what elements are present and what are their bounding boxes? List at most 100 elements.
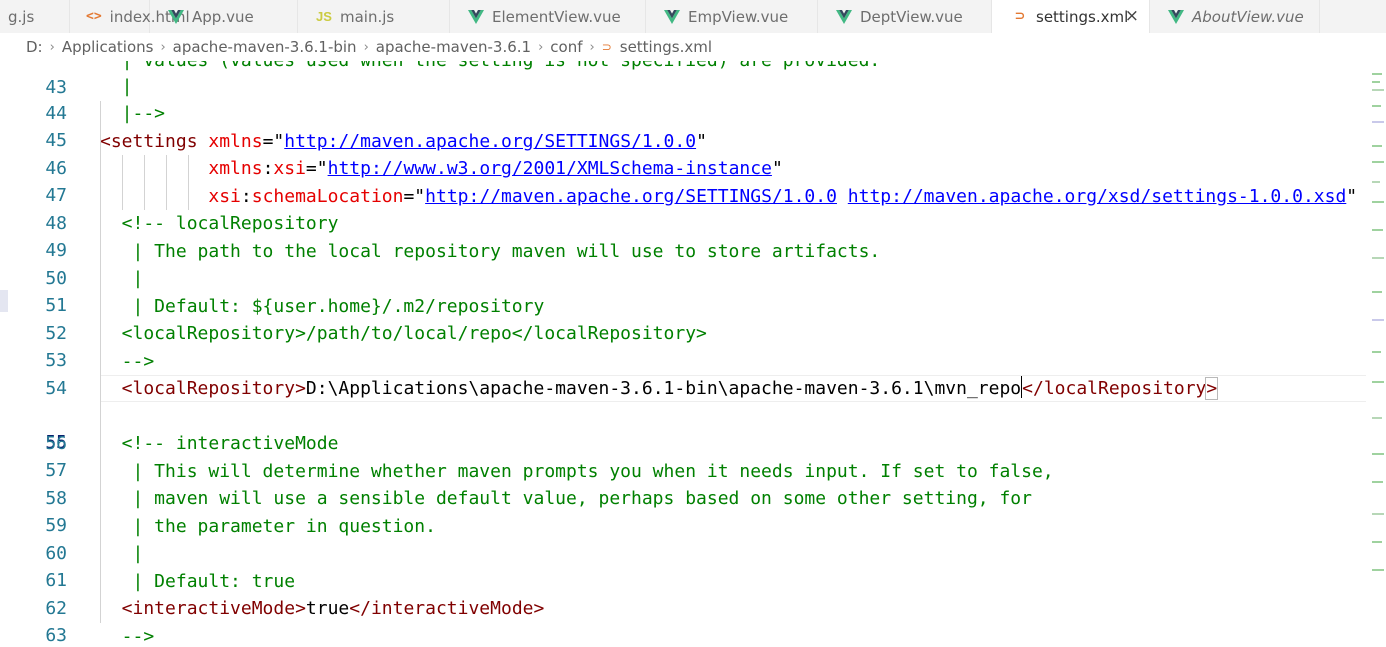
line-text: --> [100,626,155,647]
quote: " [1346,186,1358,207]
line-text: |--> [100,103,166,124]
tab-empview-vue[interactable]: EmpView.vue [646,0,818,33]
text-content: D:\Applications\apache-maven-3.6.1-bin\a… [305,378,1022,399]
code-line[interactable]: 63 <interactiveMode>true</interactiveMod… [0,595,1366,646]
tab-label: settings.xml [1036,7,1129,26]
minimap-line [1372,291,1382,293]
line-text: | [100,268,144,289]
tag-name: </interactiveMode> [349,598,545,619]
breadcrumb-item[interactable]: settings.xml [620,38,712,56]
tab-aboutview-vue[interactable]: AboutView.vue [1150,0,1320,33]
minimap-line [1372,121,1384,123]
tag-name: <interactiveMode> [100,598,306,619]
code-line[interactable]: 64 --> [0,623,1366,647]
link[interactable]: http://maven.apache.org/xsd/settings-1.0… [848,186,1347,207]
tab-elementview-vue[interactable]: ElementView.vue [450,0,646,33]
tab-label: ElementView.vue [492,7,621,26]
line-text: <!-- localRepository [100,213,339,234]
breadcrumb-item[interactable]: D: [26,38,43,56]
tab-index-html[interactable]: <> index.html [0,0,190,33]
chevron-right-icon: › [538,39,544,55]
code-line[interactable]: 61 | [0,540,1366,591]
html-icon: <> [86,9,102,24]
breadcrumb-item[interactable]: apache-maven-3.6.1-bin [173,38,357,56]
tag-name: </localRepository [1022,378,1207,399]
code-line[interactable]: 59 | maven will use a sensible default v… [0,485,1366,536]
line-text: <localRepository>D:\Applications\apache-… [100,375,1219,402]
code-line[interactable]: 48 xsi:schemaLocation="http://maven.apac… [0,183,1366,234]
minimap-line [1372,145,1382,147]
chevron-right-icon: › [363,39,369,55]
indent-guide [100,101,101,623]
minimap[interactable] [1366,61,1386,647]
tab-app-vue[interactable]: App.vue [150,0,298,33]
code-line[interactable]: 51 | [0,265,1366,316]
minimap-line [1372,181,1380,183]
minimap-line [1372,105,1381,107]
vue-icon [168,9,184,25]
vue-icon [468,9,484,25]
attr-name: xsi [208,186,241,207]
line-text: | [100,76,133,97]
code-line[interactable]: 44 | [0,73,1366,124]
tab-label: AboutView.vue [1192,7,1304,26]
code-line[interactable]: 49 <!-- localRepository [0,210,1366,261]
code-line[interactable]: 45 |--> [0,100,1366,151]
close-icon[interactable]: × [1125,6,1139,26]
quote: " [316,158,328,179]
code-line[interactable]: 58 | This will determine whether maven p… [0,458,1366,509]
breadcrumb-item[interactable]: Applications [62,38,154,56]
tab-deptview-vue[interactable]: DeptView.vue [818,0,992,33]
code-line[interactable]: 56 [0,403,1366,454]
code-line-current[interactable]: 55 <localRepository>D:\Applications\apac… [0,375,1366,453]
code-line[interactable]: 52 | Default: ${user.home}/.m2/repositor… [0,293,1366,344]
chevron-right-icon: › [49,39,55,55]
minimap-line [1372,161,1384,163]
code-line[interactable]: 54 --> [0,348,1366,399]
line-text: | [100,543,144,564]
link[interactable]: http://maven.apache.org/SETTINGS/1.0.0 [284,131,696,152]
quote: " [273,131,285,152]
tab-label: App.vue [192,7,254,26]
attr-name: xmlns [208,158,263,179]
minimap-line [1372,417,1382,419]
code-line[interactable]: 53 <localRepository>/path/to/local/repo<… [0,320,1366,371]
indent-guide [166,155,167,210]
attr-name: schemaLocation [251,186,404,207]
attr-name: xsi [273,158,306,179]
line-text: <settings xmlns="http://maven.apache.org… [100,128,707,155]
line-text: | Default: ${user.home}/.m2/repository [100,296,545,317]
chevron-right-icon: › [160,39,166,55]
line-text: | Default: true [100,571,296,592]
tag-name: <settings [100,131,209,152]
quote: " [414,186,426,207]
tab-main-js[interactable]: JS main.js [298,0,450,33]
minimap-line [1372,569,1384,571]
line-text: <!-- interactiveMode [100,433,339,454]
indent-guide [122,155,123,210]
breadcrumb-item[interactable]: conf [550,38,582,56]
vue-icon [1168,9,1184,25]
breadcrumb-item[interactable]: apache-maven-3.6.1 [376,38,531,56]
tab-settings-xml[interactable]: ⊃ settings.xml × [992,0,1150,33]
code-line[interactable]: 62 | Default: true [0,568,1366,619]
line-text: | maven will use a sensible default valu… [100,488,1032,509]
minimap-line [1372,541,1382,543]
code-line[interactable]: 57 <!-- interactiveMode [0,430,1366,481]
code-line[interactable]: 46 <settings xmlns="http://maven.apache.… [0,128,1366,179]
rss-icon: ⊃ [1014,9,1026,24]
tab-bar: g.js <> index.html App.vue JS main.js El… [0,0,1386,33]
bracket-match: > [1205,377,1219,400]
link[interactable]: http://www.w3.org/2001/XMLSchema-instanc… [328,158,772,179]
tag-name: <localRepository> [100,378,306,399]
link[interactable]: http://maven.apache.org/SETTINGS/1.0.0 [425,186,837,207]
code-line[interactable]: 60 | the parameter in question. [0,513,1366,564]
minimap-line [1372,257,1384,259]
chevron-right-icon: › [589,39,595,55]
minimap-line [1372,481,1383,483]
code-editor[interactable]: 43 | values (values used when the settin… [0,61,1366,647]
rss-icon: ⊃ [601,40,612,54]
code-line[interactable]: 47 xmlns:xsi="http://www.w3.org/2001/XML… [0,155,1366,206]
code-line[interactable]: 50 | The path to the local repository ma… [0,238,1366,289]
